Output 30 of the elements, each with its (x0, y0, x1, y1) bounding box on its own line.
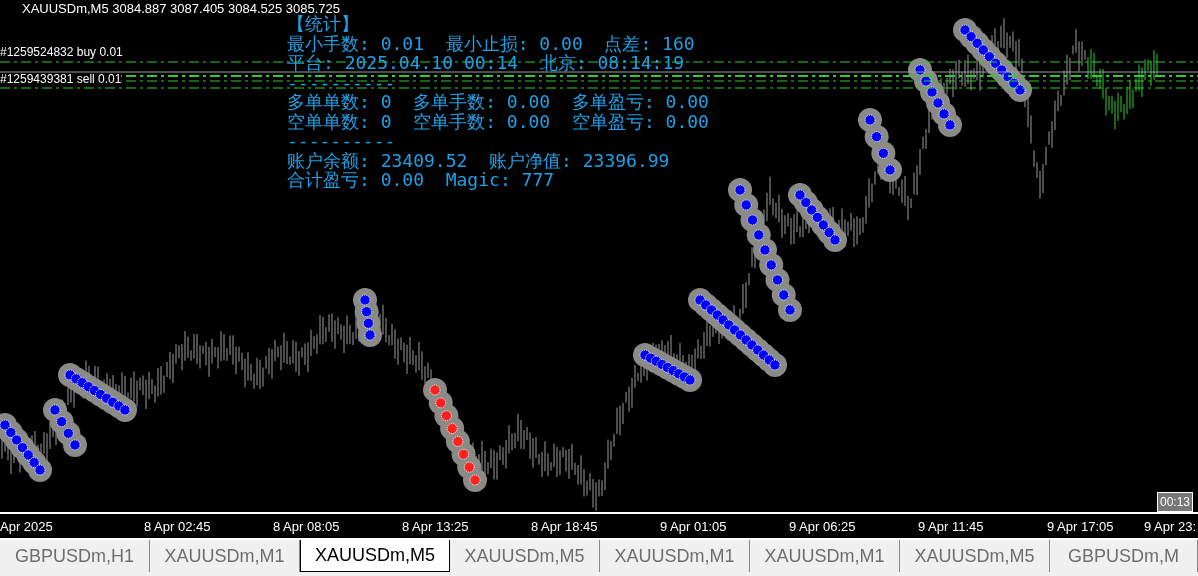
time-tick-label: 8 Apr 08:05 (273, 518, 340, 536)
chart-tab[interactable]: XAUUSDm,M5 (450, 540, 600, 572)
time-tick-label: 9 Apr 01:05 (660, 518, 727, 536)
stats-line: 最小手数: 0.01 最小止损: 0.00 点差: 160 (287, 33, 696, 53)
order-label: #1259439381 sell 0.01 (0, 73, 122, 86)
order-label: #1259524832 buy 0.01 (0, 46, 123, 59)
stats-line: ---------- (287, 131, 397, 151)
time-tick-label: 9 Apr 06:25 (789, 518, 856, 536)
time-tick-label: 8 Apr 02:45 (144, 518, 211, 536)
stats-line: 空单单数: 0 空单手数: 0.00 空单盈亏: 0.00 (287, 111, 709, 131)
time-tick-label: 9 Apr 11:45 (918, 518, 984, 536)
stats-line: 平台: 2025.04.10 00:14 北京: 08:14:19 (287, 53, 686, 73)
chart-tab[interactable]: XAUUSDm,M1 (600, 540, 750, 572)
chart-tab[interactable]: GBPUSDm,M (1050, 540, 1198, 572)
time-tick-label: 9 Apr 17:05 (1047, 518, 1114, 536)
stats-title: 【统计】 (287, 14, 360, 34)
stats-line: 合计盈亏: 0.00 Magic: 777 (287, 170, 555, 190)
chart-tab[interactable]: XAUUSDm,M5 (300, 540, 450, 572)
stats-line: ---------- (287, 72, 397, 92)
stats-line: 账户余额: 23409.52 账户净值: 23396.99 (287, 150, 671, 170)
time-badge: 00:13 (1157, 492, 1194, 512)
time-tick-label: 8 Apr 13:25 (402, 518, 469, 536)
chart-tab[interactable]: XAUUSDm,M5 (900, 540, 1050, 572)
chart-tab[interactable]: XAUUSDm,M1 (750, 540, 900, 572)
stats-line: 多单单数: 0 多单手数: 0.00 多单盈亏: 0.00 (287, 92, 709, 112)
chart-tab[interactable]: GBPUSDm,H1 (0, 540, 150, 572)
time-tick-label: Apr 2025 (0, 518, 53, 536)
time-tick-label: 9 Apr 23: (1143, 518, 1196, 536)
chart-header: XAUUSDm,M5 3084.887 3087.405 3084.525 3085.725 (22, 0, 340, 16)
time-tick-label: 8 Apr 18:45 (531, 518, 598, 536)
